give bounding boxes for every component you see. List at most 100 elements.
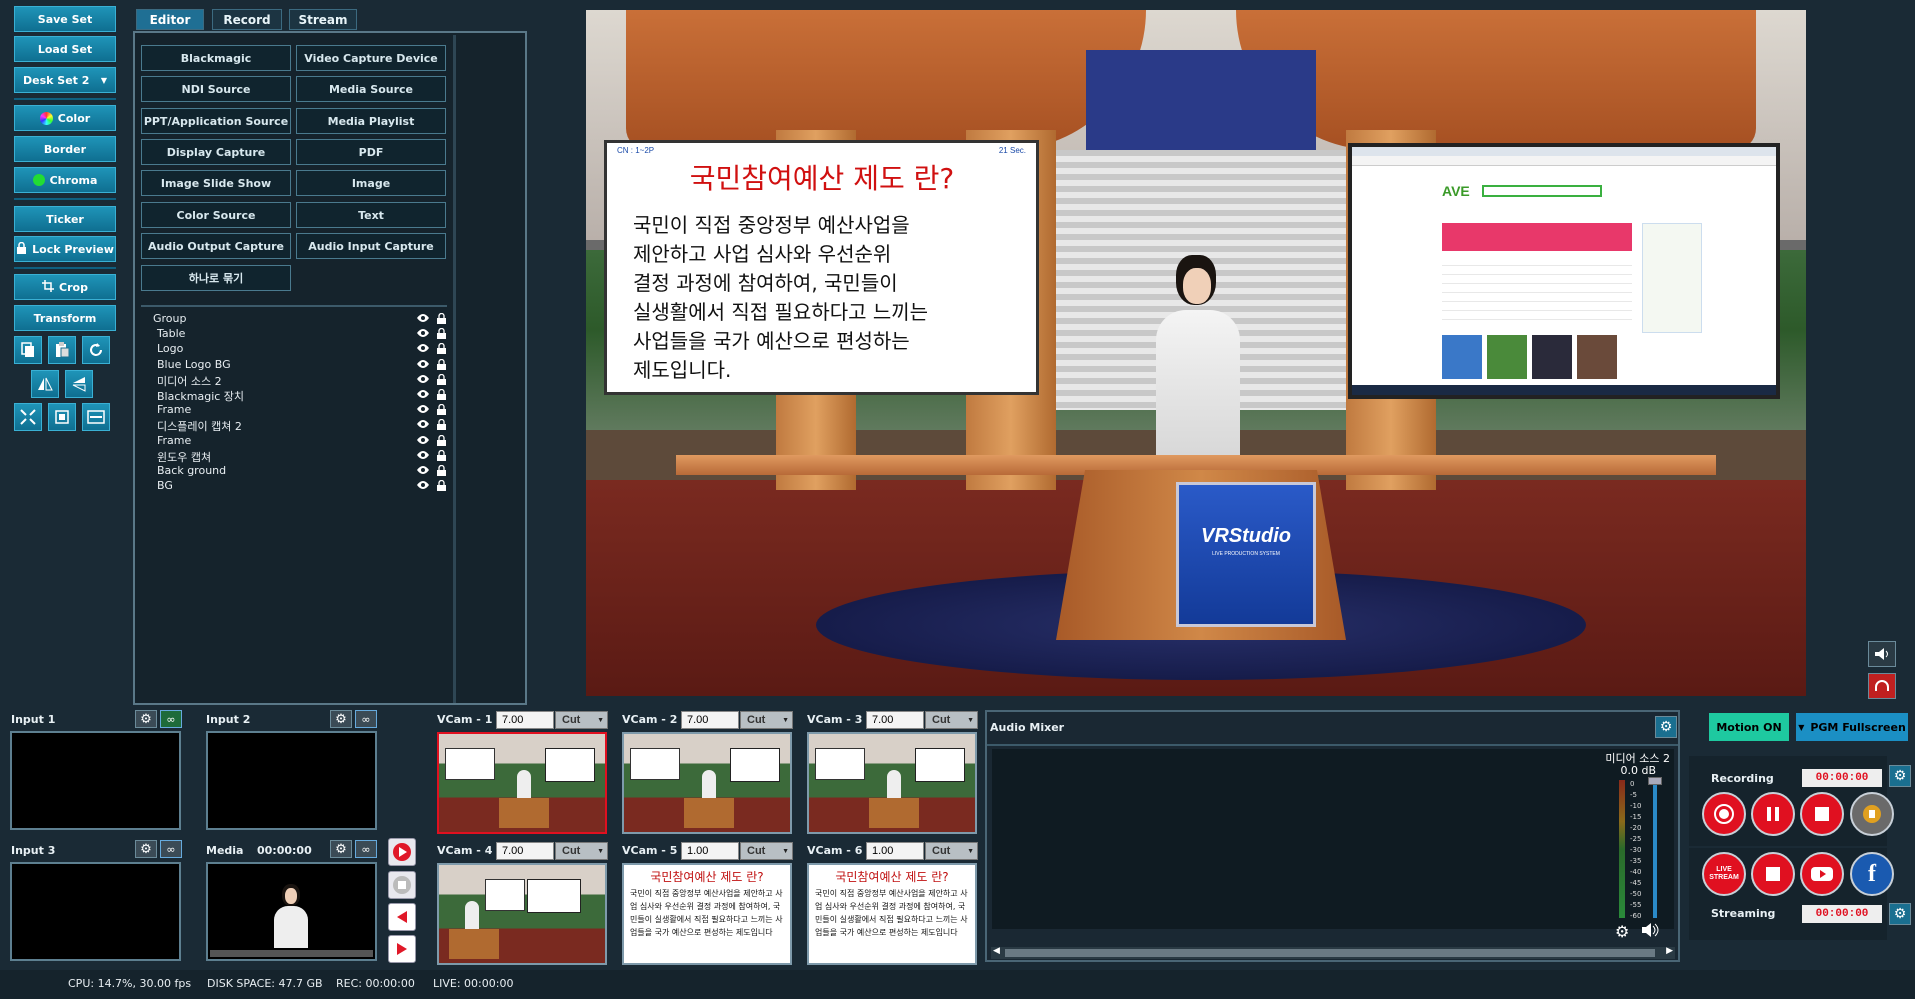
vcam-duration-input[interactable]: 7.00: [866, 711, 924, 729]
vcam-duration-input[interactable]: 7.00: [496, 711, 554, 729]
input1-gear-icon[interactable]: ⚙: [135, 710, 157, 728]
chroma-button[interactable]: Chroma: [14, 167, 116, 193]
eye-icon[interactable]: [416, 480, 430, 493]
input2-gear-icon[interactable]: ⚙: [330, 710, 352, 728]
layer-row[interactable]: BG: [152, 479, 446, 494]
eye-icon[interactable]: [416, 465, 430, 478]
vcam-preview-tile[interactable]: [622, 732, 792, 834]
flip-horizontal-icon[interactable]: [31, 370, 59, 398]
vcam-transition-dropdown[interactable]: Cut ▼: [925, 711, 978, 729]
audio-horizontal-scrollbar[interactable]: ◀ ▶: [991, 946, 1675, 959]
save-set-button[interactable]: Save Set: [14, 6, 116, 32]
vcam-preview-tile[interactable]: [437, 863, 607, 965]
stretch-icon[interactable]: [82, 403, 110, 431]
vcam-preview-tile[interactable]: 국민참여예산 제도 란? 국민이 직접 중앙정부 예산사업을 제안하고 사업 심사…: [622, 863, 792, 965]
streaming-settings-gear-icon[interactable]: ⚙: [1889, 903, 1911, 925]
input2-link-icon[interactable]: ∞: [355, 710, 377, 728]
copy-icon[interactable]: [14, 336, 42, 364]
record-button[interactable]: [1702, 792, 1746, 836]
pause-record-button[interactable]: [1751, 792, 1795, 836]
image-source-button[interactable]: Image: [296, 170, 446, 196]
eye-icon[interactable]: [416, 359, 430, 372]
vcam-transition-dropdown[interactable]: Cut ▼: [555, 842, 608, 860]
vcam-duration-input[interactable]: 1.00: [866, 842, 924, 860]
layer-row[interactable]: Group: [152, 312, 446, 327]
motion-on-button[interactable]: Motion ON: [1709, 713, 1789, 741]
vcam-preview-tile[interactable]: 국민참여예산 제도 란? 국민이 직접 중앙정부 예산사업을 제안하고 사업 심사…: [807, 863, 977, 965]
text-source-button[interactable]: Text: [296, 202, 446, 228]
youtube-icon[interactable]: [1800, 852, 1844, 896]
lock-icon[interactable]: [437, 388, 446, 403]
audio-scroll-thumb[interactable]: [1005, 949, 1655, 957]
load-set-button[interactable]: Load Set: [14, 36, 116, 62]
lock-icon[interactable]: [437, 404, 446, 418]
input3-gear-icon[interactable]: ⚙: [135, 840, 157, 858]
rotate-icon[interactable]: [82, 336, 110, 364]
lock-icon[interactable]: [437, 419, 446, 433]
lock-icon[interactable]: [437, 449, 446, 464]
lock-preview-button[interactable]: Lock Preview: [14, 236, 116, 262]
eye-icon[interactable]: [416, 450, 430, 463]
media-playlist-button[interactable]: Media Playlist: [296, 108, 446, 134]
layer-row[interactable]: 윈도우 캡쳐: [152, 449, 446, 464]
vcam-preview-tile[interactable]: [437, 732, 607, 834]
recording-settings-gear-icon[interactable]: ⚙: [1889, 765, 1911, 787]
live-stream-button[interactable]: LIVE STREAM: [1702, 852, 1746, 896]
crop-button[interactable]: Crop: [14, 274, 116, 300]
vcam-duration-input[interactable]: 7.00: [681, 711, 739, 729]
layer-row[interactable]: Logo: [152, 342, 446, 357]
channel-speaker-icon[interactable]: [1641, 922, 1659, 942]
lock-icon[interactable]: [437, 312, 446, 327]
audio-output-button[interactable]: Audio Output Capture: [141, 233, 291, 259]
eye-icon[interactable]: [416, 419, 430, 432]
media-link-icon[interactable]: ∞: [355, 840, 377, 858]
audio-fader-track[interactable]: [1653, 780, 1657, 918]
media-gear-icon[interactable]: ⚙: [330, 840, 352, 858]
vcam-duration-input[interactable]: 7.00: [496, 842, 554, 860]
group-button[interactable]: 하나로 묶기: [141, 265, 291, 291]
lock-icon[interactable]: [437, 480, 446, 494]
input3-link-icon[interactable]: ∞: [160, 840, 182, 858]
layer-row[interactable]: Frame: [152, 434, 446, 449]
input2-thumbnail[interactable]: [206, 731, 377, 830]
flip-vertical-icon[interactable]: [65, 370, 93, 398]
layer-row[interactable]: Back ground: [152, 464, 446, 479]
vcam-transition-dropdown[interactable]: Cut ▼: [740, 842, 793, 860]
layer-row[interactable]: 디스플레이 캡쳐 2: [152, 418, 446, 433]
lock-icon[interactable]: [437, 328, 446, 342]
blackmagic-source-button[interactable]: Blackmagic: [141, 45, 291, 71]
stop-button[interactable]: [388, 871, 416, 899]
vcam-transition-dropdown[interactable]: Cut ▼: [740, 711, 793, 729]
transform-button[interactable]: Transform: [14, 305, 116, 331]
pdf-source-button[interactable]: PDF: [296, 139, 446, 165]
tab-editor[interactable]: Editor: [136, 9, 204, 30]
program-preview[interactable]: VRStudio LIVE PRODUCTION SYSTEM CN : 1~2…: [586, 10, 1806, 696]
vcam-transition-dropdown[interactable]: Cut ▼: [555, 711, 608, 729]
paste-icon[interactable]: [48, 336, 76, 364]
video-capture-source-button[interactable]: Video Capture Device: [296, 45, 446, 71]
ppt-source-button[interactable]: PPT/Application Source: [141, 108, 291, 134]
fit-screen-icon[interactable]: [14, 403, 42, 431]
media-seekbar[interactable]: [210, 950, 373, 957]
stop-record-button[interactable]: [1800, 792, 1844, 836]
color-source-button[interactable]: Color Source: [141, 202, 291, 228]
next-button[interactable]: [388, 935, 416, 963]
input3-thumbnail[interactable]: [10, 862, 181, 961]
layer-row[interactable]: Table: [152, 327, 446, 342]
eye-icon[interactable]: [416, 404, 430, 417]
lock-icon[interactable]: [437, 434, 446, 449]
lock-icon[interactable]: [437, 358, 446, 373]
vcam-transition-dropdown[interactable]: Cut ▼: [925, 842, 978, 860]
eye-icon[interactable]: [416, 435, 430, 448]
speaker-icon[interactable]: [1868, 641, 1896, 667]
lock-icon[interactable]: [437, 373, 446, 388]
record-folder-button[interactable]: [1850, 792, 1894, 836]
previous-button[interactable]: [388, 903, 416, 931]
eye-icon[interactable]: [416, 328, 430, 341]
scroll-left-icon[interactable]: ◀: [993, 946, 1000, 956]
ticker-button[interactable]: Ticker: [14, 206, 116, 232]
channel-settings-gear-icon[interactable]: ⚙: [1615, 922, 1635, 942]
input1-link-icon[interactable]: ∞: [160, 710, 182, 728]
audio-input-button[interactable]: Audio Input Capture: [296, 233, 446, 259]
center-icon[interactable]: [48, 403, 76, 431]
